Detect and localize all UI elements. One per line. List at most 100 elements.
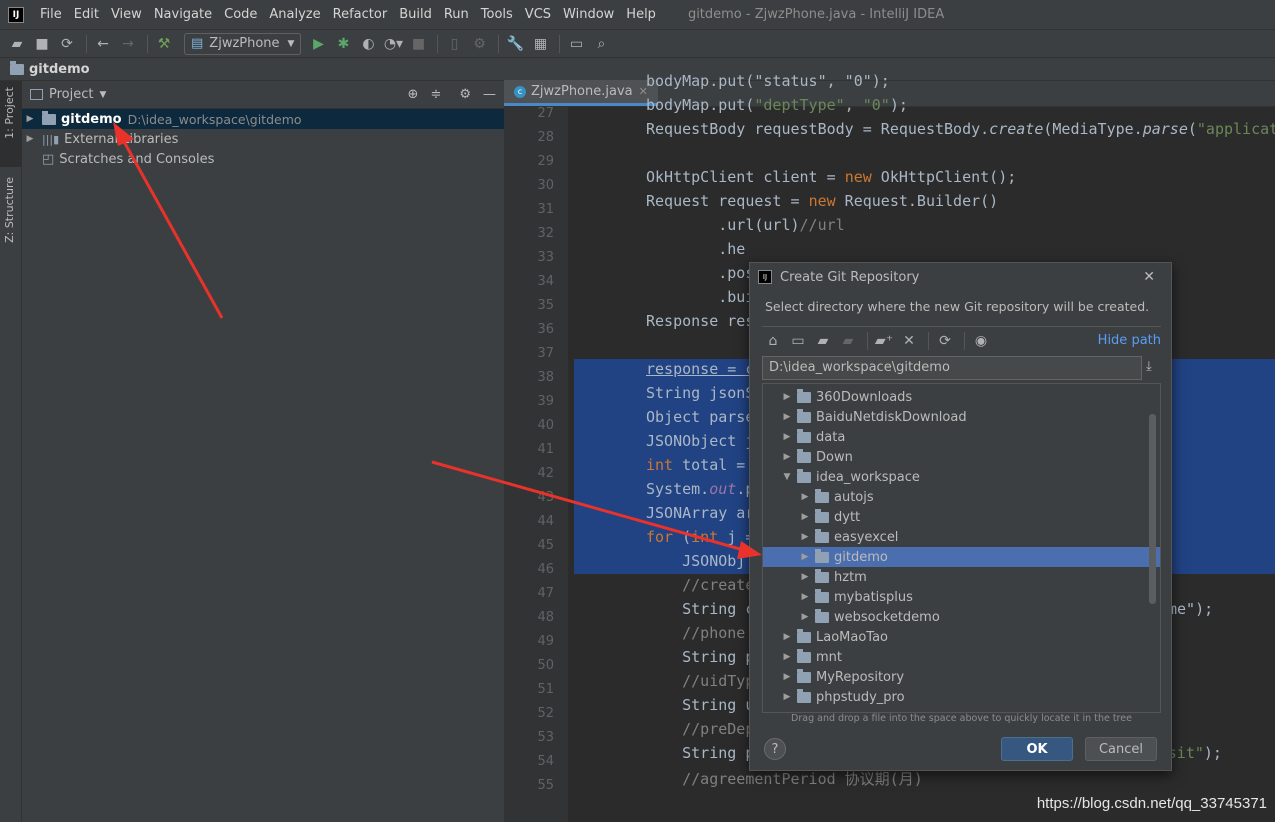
new-folder-icon[interactable]: ▰⁺	[873, 330, 895, 352]
dir-row-gitdemo[interactable]: ▶ gitdemo	[763, 547, 1160, 567]
menu-window[interactable]: Window	[557, 7, 620, 22]
menu-navigate[interactable]: Navigate	[148, 7, 218, 22]
expand-arrow-icon[interactable]: ▶	[781, 432, 793, 442]
dir-row-360downloads[interactable]: ▶ 360Downloads	[763, 387, 1160, 407]
tab-structure[interactable]: Z: Structure	[3, 177, 16, 243]
menu-refactor[interactable]: Refactor	[327, 7, 394, 22]
menu-analyze[interactable]: Analyze	[263, 7, 326, 22]
terminal-icon[interactable]: ▭	[565, 33, 587, 55]
gear-icon[interactable]: ⚙	[459, 87, 471, 102]
directory-tree[interactable]: ▶ 360Downloads ▶ BaiduNetdiskDownload ▶ data ▶…	[762, 383, 1161, 713]
tab-project[interactable]: 1: Project	[3, 87, 16, 139]
dir-row-laomaotao[interactable]: ▶ LaoMaoTao	[763, 627, 1160, 647]
menu-edit[interactable]: Edit	[68, 7, 105, 22]
hide-path-link[interactable]: Hide path	[1098, 333, 1161, 348]
scrollbar[interactable]	[1149, 414, 1156, 604]
expand-arrow-icon[interactable]: ▶	[799, 552, 811, 562]
dir-row-data[interactable]: ▶ data	[763, 427, 1160, 447]
code-line: int total =	[646, 456, 745, 474]
project-view-select[interactable]: Project	[49, 87, 93, 102]
tree-row-external-libraries[interactable]: ▶ |||▮ External Libraries	[22, 129, 504, 149]
dir-row-dytt[interactable]: ▶ dytt	[763, 507, 1160, 527]
collapse-all-icon[interactable]: ≑	[430, 87, 441, 102]
debug-icon[interactable]: ✱	[332, 33, 354, 55]
back-icon[interactable]: ←	[92, 33, 114, 55]
menu-help[interactable]: Help	[620, 7, 662, 22]
settings-wrench-icon[interactable]: 🔧	[504, 33, 526, 55]
expand-arrow-icon[interactable]: ▶	[781, 692, 793, 702]
tree-row-gitdemo[interactable]: ▶ gitdemo D:\idea_workspace\gitdemo	[22, 109, 504, 129]
vcs-commit-icon[interactable]: ⚙	[468, 33, 490, 55]
dir-row-idea_workspace[interactable]: ▼ idea_workspace	[763, 467, 1160, 487]
dir-row-websocketdemo[interactable]: ▶ websocketdemo	[763, 607, 1160, 627]
open-folder-icon[interactable]: ▰	[6, 33, 28, 55]
expand-arrow-icon[interactable]: ▶	[799, 612, 811, 622]
expand-arrow-icon[interactable]: ▶	[781, 652, 793, 662]
menu-build[interactable]: Build	[393, 7, 438, 22]
ok-button[interactable]: OK	[1001, 737, 1073, 761]
line-number: 51	[537, 682, 554, 697]
expand-arrow-icon[interactable]: ▶	[781, 672, 793, 682]
project-folder-icon[interactable]: ▰	[812, 330, 834, 352]
sync-icon[interactable]: ⟳	[56, 33, 78, 55]
desktop-icon[interactable]: ▭	[787, 330, 809, 352]
menu-file[interactable]: File	[34, 7, 68, 22]
run-icon[interactable]: ▶	[307, 33, 329, 55]
menu-tools[interactable]: Tools	[475, 7, 519, 22]
profile-icon[interactable]: ◔▾	[382, 33, 404, 55]
dir-row-baidunetdiskdownload[interactable]: ▶ BaiduNetdiskDownload	[763, 407, 1160, 427]
expand-arrow-icon[interactable]: ▶	[799, 512, 811, 522]
delete-icon[interactable]: ✕	[898, 330, 920, 352]
close-icon[interactable]: ✕	[1143, 269, 1155, 285]
help-button[interactable]: ?	[764, 738, 786, 760]
menu-view[interactable]: View	[105, 7, 148, 22]
build-hammer-icon[interactable]: ⚒	[153, 33, 175, 55]
breadcrumb-project[interactable]: gitdemo	[29, 62, 90, 77]
chevron-down-icon[interactable]: ▼	[99, 90, 106, 100]
show-hidden-icon[interactable]: ◉	[970, 330, 992, 352]
tab-zjwzphone-java[interactable]: c ZjwzPhone.java ✕	[504, 80, 658, 106]
line-number: 48	[537, 610, 554, 625]
path-field[interactable]: D:\idea_workspace\gitdemo	[762, 356, 1142, 380]
expand-arrow-icon[interactable]: ▶	[799, 592, 811, 602]
dir-row-mnt[interactable]: ▶ mnt	[763, 647, 1160, 667]
dir-row-hztm[interactable]: ▶ hztm	[763, 567, 1160, 587]
expand-arrow-icon[interactable]: ▶	[24, 134, 36, 144]
dir-row-autojs[interactable]: ▶ autojs	[763, 487, 1160, 507]
expand-arrow-icon[interactable]: ▶	[781, 412, 793, 422]
expand-arrow-icon[interactable]: ▶	[24, 114, 36, 124]
dir-row-down[interactable]: ▶ Down	[763, 447, 1160, 467]
home-icon[interactable]: ⌂	[762, 330, 784, 352]
menu-run[interactable]: Run	[438, 7, 475, 22]
expand-arrow-icon[interactable]: ▶	[781, 392, 793, 402]
dir-row-myrepository[interactable]: ▶ MyRepository	[763, 667, 1160, 687]
collapse-arrow-icon[interactable]: ▼	[781, 472, 793, 482]
refresh-icon[interactable]: ⟳	[934, 330, 956, 352]
dir-row-phpstudy_pro[interactable]: ▶ phpstudy_pro	[763, 687, 1160, 707]
vcs-update-icon[interactable]: ▯	[443, 33, 465, 55]
menu-vcs[interactable]: VCS	[519, 7, 557, 22]
minimize-icon[interactable]: —	[483, 87, 496, 102]
run-config-select[interactable]: ▤ ZjwzPhone ▼	[184, 32, 302, 55]
dir-row-easyexcel[interactable]: ▶ easyexcel	[763, 527, 1160, 547]
module-folder-icon[interactable]: ▰	[837, 330, 859, 352]
dir-row-mybatisplus[interactable]: ▶ mybatisplus	[763, 587, 1160, 607]
expand-arrow-icon[interactable]: ▶	[799, 532, 811, 542]
stop-icon[interactable]: ■	[407, 33, 429, 55]
expand-arrow-icon[interactable]: ▶	[781, 632, 793, 642]
expand-arrow-icon[interactable]: ▶	[799, 492, 811, 502]
code-line: .he	[646, 240, 745, 258]
search-icon[interactable]: ⌕	[590, 33, 612, 55]
expand-arrow-icon[interactable]: ▶	[781, 452, 793, 462]
forward-icon[interactable]: →	[117, 33, 139, 55]
project-structure-icon[interactable]: ▦	[529, 33, 551, 55]
locate-icon[interactable]: ⊕	[408, 87, 419, 102]
code-line: bodyMap.put("status", "0");	[646, 72, 890, 90]
expand-arrow-icon[interactable]: ▶	[799, 572, 811, 582]
save-icon[interactable]: ■	[31, 33, 53, 55]
tree-row-scratches[interactable]: ◰ Scratches and Consoles	[22, 149, 504, 169]
download-icon[interactable]: ⤓	[1146, 359, 1152, 374]
menu-code[interactable]: Code	[218, 7, 263, 22]
cancel-button[interactable]: Cancel	[1085, 737, 1157, 761]
coverage-icon[interactable]: ◐	[357, 33, 379, 55]
